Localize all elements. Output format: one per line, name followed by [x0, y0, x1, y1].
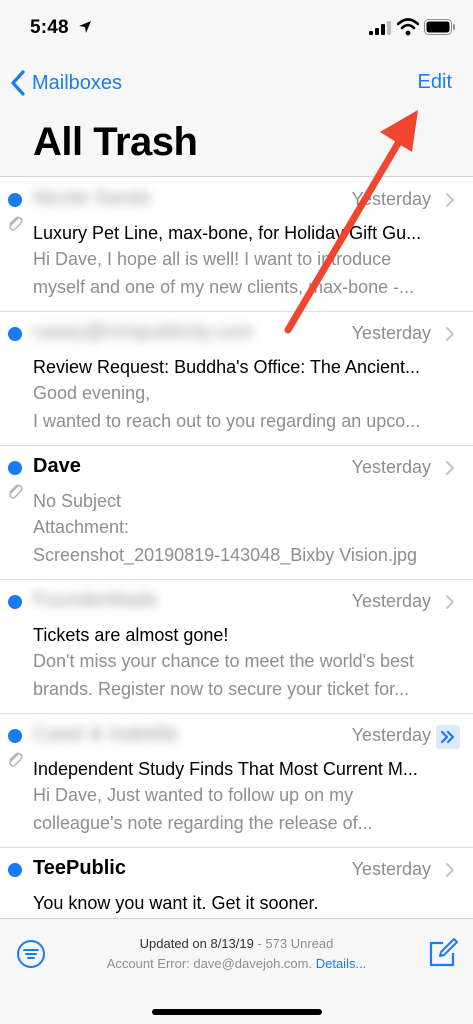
compose-icon[interactable]: [427, 937, 459, 969]
preview-line-2: Screenshot_20190819-143048_Bixby Vision.…: [33, 545, 417, 565]
details-link[interactable]: Details...: [316, 956, 367, 971]
preview-line-2: myself and one of my new clients, max-bo…: [33, 277, 415, 297]
sender: Casei & Isabella: [33, 723, 178, 745]
edit-button[interactable]: Edit: [418, 71, 452, 94]
preview-line-2: I wanted to reach out to you regarding a…: [33, 411, 421, 431]
date: Yesterday: [351, 859, 431, 879]
subject: Review Request: Buddha's Office: The Anc…: [33, 357, 420, 377]
unread-dot: [8, 729, 22, 743]
preview-line-1: Attachment:: [33, 517, 130, 537]
preview-line-2: brands. Register now to secure your tick…: [33, 679, 410, 699]
back-button-label: Mailboxes: [32, 71, 123, 94]
unread-dot: [8, 461, 22, 475]
preview-line-1: Good evening,: [33, 383, 151, 403]
paperclip-icon: [9, 484, 23, 499]
sender: TeePublic: [33, 857, 126, 879]
chevron-left-icon: [11, 70, 25, 96]
sender: FounderMade: [33, 589, 158, 611]
updated-text: Updated on 8/13/19: [139, 936, 254, 951]
mail-item[interactable]: casey@mmpublicity.com Yesterday Review R…: [0, 312, 473, 446]
mailbox-status: Updated on 8/13/19 - 573 Unread: [0, 936, 473, 951]
chevron-right-icon: [446, 863, 455, 877]
account-error-text: Account Error: dave@davejoh.com.: [106, 956, 316, 971]
thread-icon[interactable]: [436, 725, 460, 749]
unread-dot: [8, 595, 22, 609]
date: Yesterday: [351, 323, 431, 343]
subject: Independent Study Finds That Most Curren…: [33, 759, 418, 779]
unread-count: - 573 Unread: [253, 936, 334, 951]
preview-line-1: Hi Dave, I hope all is well! I want to i…: [33, 249, 392, 269]
paperclip-icon: [9, 752, 23, 767]
mail-item[interactable]: Dave Yesterday No Subject Attachment: Sc…: [0, 446, 473, 580]
date: Yesterday: [351, 457, 431, 477]
mail-item[interactable]: TeePublic Yesterday You know you want it…: [0, 848, 473, 918]
battery-icon: [424, 19, 455, 35]
preview-line-2: colleague's note regarding the release o…: [33, 813, 373, 833]
wifi-icon: [397, 18, 419, 36]
chevron-right-icon: [446, 595, 455, 609]
account-error: Account Error: dave@davejoh.com. Details…: [0, 956, 473, 971]
bottom-toolbar: Updated on 8/13/19 - 573 Unread Account …: [0, 918, 473, 1024]
signal-icon: [369, 21, 391, 35]
unread-dot: [8, 327, 22, 341]
subject: No Subject: [33, 491, 122, 511]
home-indicator: [152, 1009, 322, 1015]
date: Yesterday: [351, 591, 431, 611]
subject: Tickets are almost gone!: [33, 625, 229, 645]
sender: Nicole Sands: [33, 187, 151, 209]
subject: You know you want it. Get it sooner.: [33, 893, 319, 913]
subject: Luxury Pet Line, max-bone, for Holiday G…: [33, 223, 422, 243]
status-bar: 5:48: [0, 0, 473, 56]
preview-line-1: Hi Dave, Just wanted to follow up on my: [33, 785, 354, 805]
chevron-right-icon: [446, 193, 455, 207]
status-time: 5:48: [30, 17, 69, 38]
back-button[interactable]: Mailboxes: [10, 68, 122, 98]
mail-item[interactable]: FounderMade Yesterday Tickets are almost…: [0, 580, 473, 714]
preview-line-1: Don't miss your chance to meet the world…: [33, 651, 415, 671]
chevron-right-icon: [446, 461, 455, 475]
date: Yesterday: [351, 189, 431, 209]
unread-dot: [8, 193, 22, 207]
unread-dot: [8, 863, 22, 877]
date: Yesterday: [351, 725, 431, 745]
page-title: All Trash: [33, 120, 198, 164]
mail-item[interactable]: Nicole Sands Yesterday Luxury Pet Line, …: [0, 178, 473, 312]
sender: casey@mmpublicity.com: [33, 321, 253, 343]
mail-list: Nicole Sands Yesterday Luxury Pet Line, …: [0, 178, 473, 918]
paperclip-icon: [9, 216, 23, 231]
location-arrow-icon: [79, 21, 91, 33]
mail-item[interactable]: Casei & Isabella Yesterday Independent S…: [0, 714, 473, 848]
sender: Dave: [33, 455, 81, 477]
nav-header: Mailboxes Edit All Trash: [0, 56, 473, 177]
chevron-right-icon: [446, 327, 455, 341]
